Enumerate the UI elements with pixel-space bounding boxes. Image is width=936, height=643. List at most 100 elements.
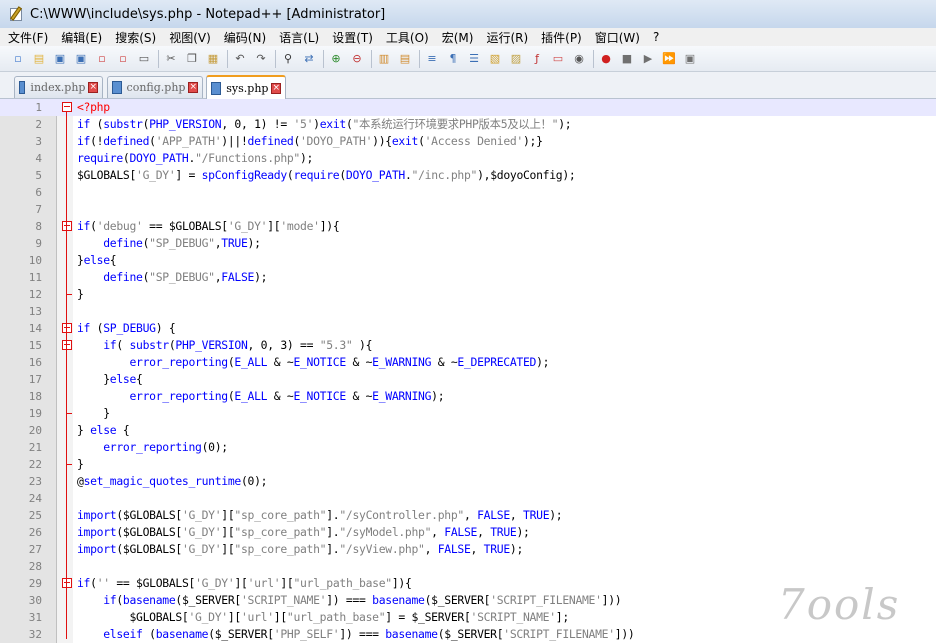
code-text: if (SP_DEBUG) { bbox=[77, 321, 176, 335]
user-language-icon[interactable]: ▧ bbox=[487, 51, 503, 67]
sync-horizontal-icon[interactable]: ▤ bbox=[397, 51, 413, 67]
paste-icon[interactable]: ▦ bbox=[205, 51, 221, 67]
find-icon[interactable]: ⚲ bbox=[280, 51, 296, 67]
line-number: 18 bbox=[28, 390, 42, 403]
undo-icon[interactable]: ↶ bbox=[232, 51, 248, 67]
tab-index-php[interactable]: index.php × bbox=[14, 76, 103, 98]
fold-toggle-icon[interactable] bbox=[62, 340, 72, 350]
copy-icon[interactable]: ❐ bbox=[184, 51, 200, 67]
function-list-icon[interactable]: ƒ bbox=[529, 51, 545, 67]
line-number: 24 bbox=[28, 492, 42, 505]
close-all-icon[interactable]: ▫ bbox=[115, 51, 131, 67]
close-icon[interactable]: ▫ bbox=[94, 51, 110, 67]
menu-item[interactable]: 语言(L) bbox=[279, 29, 319, 46]
sync-vertical-icon[interactable]: ▥ bbox=[376, 51, 392, 67]
tab-sys-php[interactable]: sys.php × bbox=[206, 75, 286, 99]
code-line[interactable]: 16 error_reporting(E_ALL & ~E_NOTICE & ~… bbox=[0, 354, 936, 371]
code-line[interactable]: 22} bbox=[0, 456, 936, 473]
toolbar-separator bbox=[227, 49, 228, 68]
replace-icon[interactable]: ⇄ bbox=[301, 51, 317, 67]
code-line[interactable]: 28 bbox=[0, 558, 936, 575]
code-line[interactable]: 21 error_reporting(0); bbox=[0, 439, 936, 456]
code-line[interactable]: 3 if(!defined('APP_PATH')||!defined('DOYO… bbox=[0, 133, 936, 150]
code-line[interactable]: 13 bbox=[0, 303, 936, 320]
code-line[interactable]: 17 }else{ bbox=[0, 371, 936, 388]
menu-item[interactable]: 搜索(S) bbox=[115, 29, 156, 46]
code-line[interactable]: 1 <?php bbox=[0, 99, 936, 116]
watermark-text: 7ools bbox=[778, 580, 901, 629]
code-line[interactable]: 18 error_reporting(E_ALL & ~E_NOTICE & ~… bbox=[0, 388, 936, 405]
code-line[interactable]: 5 $GLOBALS['G_DY'] = spConfigReady(requir… bbox=[0, 167, 936, 184]
code-line[interactable]: 15 if( substr(PHP_VERSION, 0, 3) == "5.3… bbox=[0, 337, 936, 354]
menu-item[interactable]: 视图(V) bbox=[169, 29, 211, 46]
code-line[interactable]: 25 import($GLOBALS['G_DY']["sp_core_path"… bbox=[0, 507, 936, 524]
line-number: 26 bbox=[28, 526, 42, 539]
menu-item[interactable]: 编辑(E) bbox=[61, 29, 102, 46]
play-macro-icon[interactable]: ▶ bbox=[640, 51, 656, 67]
word-wrap-icon[interactable]: ≡ bbox=[424, 51, 440, 67]
save-all-icon[interactable]: ▣ bbox=[73, 51, 89, 67]
code-line[interactable]: 12} bbox=[0, 286, 936, 303]
code-line[interactable]: 11 define("SP_DEBUG",FALSE); bbox=[0, 269, 936, 286]
code-editor[interactable]: 1 <?php 2 if (substr(PHP_VERSION, 0, 1) != … bbox=[0, 99, 936, 643]
zoom-out-icon[interactable]: ⊖ bbox=[349, 51, 365, 67]
indent-guide-icon[interactable]: ☰ bbox=[466, 51, 482, 67]
redo-icon[interactable]: ↷ bbox=[253, 51, 269, 67]
code-text: @set_magic_quotes_runtime(0); bbox=[77, 474, 268, 488]
record-macro-icon[interactable]: ● bbox=[598, 51, 614, 67]
close-tab-icon[interactable]: × bbox=[188, 82, 198, 93]
fold-toggle-icon[interactable] bbox=[62, 323, 72, 333]
save-icon[interactable]: ▣ bbox=[52, 51, 68, 67]
code-line[interactable]: 10}else{ bbox=[0, 252, 936, 269]
code-line[interactable]: 20} else { bbox=[0, 422, 936, 439]
code-line[interactable]: 26 import($GLOBALS['G_DY']["sp_core_path"… bbox=[0, 524, 936, 541]
menu-item[interactable]: 运行(R) bbox=[486, 29, 528, 46]
run-macro-multiple-icon[interactable]: ⏩ bbox=[661, 51, 677, 67]
doc-map-icon[interactable]: ▨ bbox=[508, 51, 524, 67]
menu-item[interactable]: 文件(F) bbox=[8, 29, 48, 46]
fold-toggle-icon[interactable] bbox=[62, 102, 72, 112]
menu-item[interactable]: 窗口(W) bbox=[595, 29, 640, 46]
show-all-chars-icon[interactable]: ¶ bbox=[445, 51, 461, 67]
close-tab-icon[interactable]: × bbox=[88, 82, 98, 93]
menu-item[interactable]: 插件(P) bbox=[541, 29, 582, 46]
code-line[interactable]: 6 bbox=[0, 184, 936, 201]
line-number: 21 bbox=[28, 441, 42, 454]
line-number: 9 bbox=[35, 237, 42, 250]
menu-item[interactable]: ? bbox=[653, 30, 659, 44]
code-line[interactable]: 27 import($GLOBALS['G_DY']["sp_core_path"… bbox=[0, 541, 936, 558]
code-line[interactable]: 9 define("SP_DEBUG",TRUE); bbox=[0, 235, 936, 252]
menu-item[interactable]: 宏(M) bbox=[442, 29, 474, 46]
menu-item[interactable]: 编码(N) bbox=[224, 29, 266, 46]
open-file-icon[interactable]: ▤ bbox=[31, 51, 47, 67]
fold-toggle-icon[interactable] bbox=[62, 221, 72, 231]
cut-icon[interactable]: ✂ bbox=[163, 51, 179, 67]
code-line[interactable]: 7 bbox=[0, 201, 936, 218]
close-tab-icon[interactable]: × bbox=[271, 82, 281, 94]
code-line[interactable]: 19 } bbox=[0, 405, 936, 422]
code-line[interactable]: 24 bbox=[0, 490, 936, 507]
code-line[interactable]: 2 if (substr(PHP_VERSION, 0, 1) != '5')ex… bbox=[0, 116, 936, 133]
monitor-icon[interactable]: ◉ bbox=[571, 51, 587, 67]
fold-guide-line bbox=[66, 350, 67, 418]
stop-macro-icon[interactable]: ■ bbox=[619, 51, 635, 67]
menu-item[interactable]: 设置(T) bbox=[332, 29, 373, 46]
line-number: 3 bbox=[35, 135, 42, 148]
menu-item[interactable]: 工具(O) bbox=[386, 29, 429, 46]
toolbar: ▫ ▤ ▣ ▣ ▫ ▫ ▭ ✂ ❐ ▦ ↶ ↷ ⚲ ⇄ ⊕ ⊖ ▥ ▤ ≡ ¶ ☰ ▧ ▨ ƒ ▭ ◉ ● ■ ▶ ⏩ ▣ bbox=[0, 46, 936, 72]
new-file-icon[interactable]: ▫ bbox=[10, 51, 26, 67]
print-icon[interactable]: ▭ bbox=[136, 51, 152, 67]
code-line[interactable]: 14 if (SP_DEBUG) { bbox=[0, 320, 936, 337]
code-line[interactable]: 4 require(DOYO_PATH."/Functions.php"); bbox=[0, 150, 936, 167]
code-text: import($GLOBALS['G_DY']["sp_core_path"].… bbox=[77, 508, 563, 522]
line-number: 28 bbox=[28, 560, 42, 573]
code-line[interactable]: 23 @set_magic_quotes_runtime(0); bbox=[0, 473, 936, 490]
folder-workspace-icon[interactable]: ▭ bbox=[550, 51, 566, 67]
fold-toggle-icon[interactable] bbox=[62, 578, 72, 588]
code-line[interactable]: 8 if('debug' == $GLOBALS['G_DY']['mode'])… bbox=[0, 218, 936, 235]
tab-config-php[interactable]: config.php × bbox=[107, 76, 203, 98]
zoom-in-icon[interactable]: ⊕ bbox=[328, 51, 344, 67]
file-icon bbox=[211, 81, 222, 95]
line-number: 13 bbox=[28, 305, 42, 318]
save-macro-icon[interactable]: ▣ bbox=[682, 51, 698, 67]
